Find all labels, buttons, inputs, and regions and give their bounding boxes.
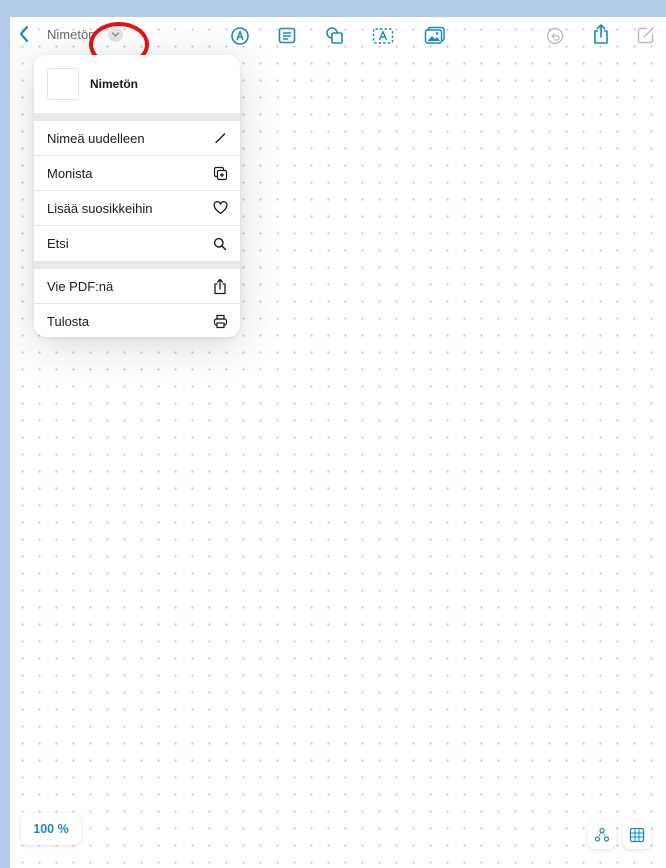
menu-item-export-pdf[interactable]: Vie PDF:nä (34, 269, 240, 304)
zoom-level-button[interactable]: 100 % (21, 813, 81, 845)
menu-item-favorite[interactable]: Lisää suosikkeihin (34, 191, 240, 226)
menu-header: Nimetön (34, 55, 240, 113)
top-toolbar: Nimetön (10, 17, 666, 67)
menu-item-duplicate[interactable]: Monista (34, 156, 240, 191)
menu-item-print[interactable]: Tulosta (34, 304, 240, 337)
board-thumbnail (47, 68, 79, 100)
print-icon (212, 314, 228, 330)
pencil-icon (212, 130, 228, 146)
menu-item-label: Lisää suosikkeihin (47, 200, 153, 216)
chevron-down-icon[interactable] (108, 27, 123, 42)
duplicate-icon (212, 165, 228, 181)
search-icon (212, 236, 228, 252)
undo-icon[interactable] (546, 27, 564, 45)
menu-item-rename[interactable]: Nimeä uudelleen (34, 121, 240, 156)
menu-item-label: Monista (47, 165, 93, 181)
menu-item-label: Vie PDF:nä (47, 278, 114, 294)
text-box-icon[interactable] (372, 27, 394, 45)
heart-icon (212, 200, 228, 216)
freeform-canvas[interactable]: Nimetön Nimetön Nimeä uudelleen Monista … (10, 17, 666, 868)
menu-item-label: Etsi (47, 236, 69, 251)
menu-item-label: Tulosta (47, 314, 90, 329)
export-icon (212, 278, 228, 294)
menu-separator (34, 261, 240, 269)
title-dropdown-menu: Nimetön Nimeä uudelleen Monista Lisää su… (34, 55, 240, 337)
grid-icon[interactable] (623, 821, 651, 849)
share-icon[interactable] (592, 23, 610, 45)
document-title[interactable]: Nimetön (47, 27, 95, 42)
new-board-icon[interactable] (637, 26, 655, 44)
note-icon[interactable] (278, 27, 296, 44)
menu-separator (34, 113, 240, 121)
menu-item-label: Nimeä uudelleen (47, 130, 145, 146)
shapes-icon[interactable] (325, 26, 345, 46)
menu-header-title: Nimetön (90, 77, 138, 91)
connection-points-icon[interactable] (588, 821, 616, 849)
chevron-left-icon[interactable] (14, 23, 34, 45)
media-icon[interactable] (424, 26, 446, 45)
pen-tool-icon[interactable] (230, 26, 250, 46)
menu-item-search[interactable]: Etsi (34, 226, 240, 261)
